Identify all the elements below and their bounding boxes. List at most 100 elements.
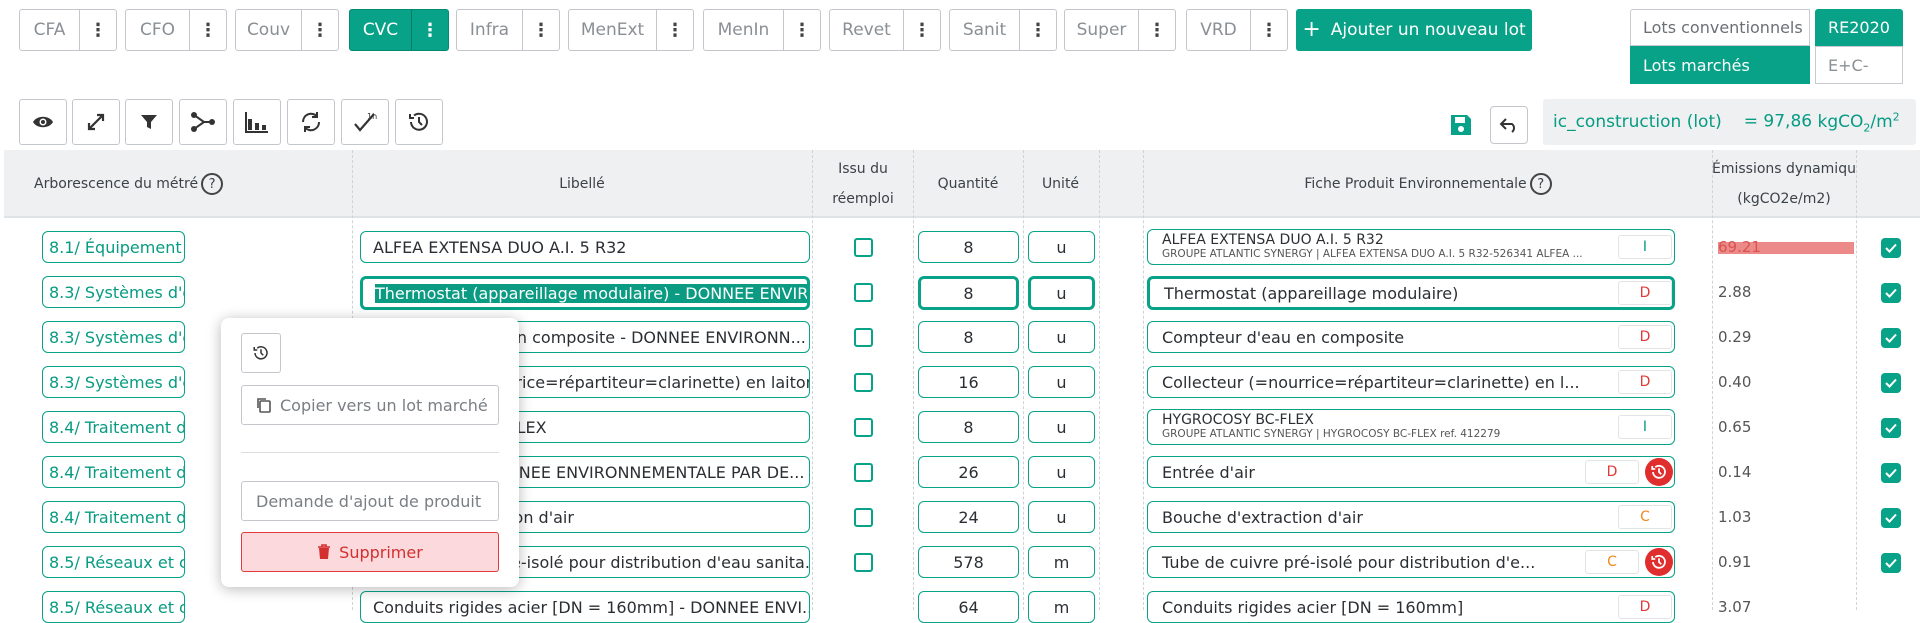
quantity-input[interactable]: 16: [918, 366, 1019, 398]
quantity-input[interactable]: 8: [918, 411, 1019, 443]
save-button[interactable]: [1446, 110, 1476, 140]
unit-select[interactable]: u: [1028, 411, 1095, 443]
more-vertical-icon[interactable]: ⋮: [1020, 10, 1056, 50]
row-select-checkbox[interactable]: [1881, 553, 1901, 573]
expand-button[interactable]: [72, 99, 120, 145]
lot-tab-menext[interactable]: MenExt ⋮: [568, 9, 694, 51]
arbo-cell[interactable]: 8.3/ Systèmes d'é: [42, 321, 185, 353]
arbo-cell[interactable]: 8.4/ Traitement d: [42, 411, 185, 443]
filter-button[interactable]: [125, 99, 173, 145]
more-vertical-icon[interactable]: ⋮: [657, 10, 693, 50]
unit-select[interactable]: m: [1028, 591, 1095, 623]
lot-tab-couv[interactable]: Couv ⋮: [235, 9, 339, 51]
unit-select[interactable]: u: [1028, 276, 1095, 310]
reemploi-checkbox[interactable]: [854, 508, 873, 527]
arbo-cell[interactable]: 8.3/ Systèmes d'é: [42, 276, 185, 308]
unit-select[interactable]: u: [1028, 321, 1095, 353]
more-vertical-icon[interactable]: ⋮: [412, 10, 448, 50]
refresh-button[interactable]: [287, 99, 335, 145]
row-select-checkbox[interactable]: [1881, 418, 1901, 438]
lot-tab-label[interactable]: MenIn: [704, 10, 784, 50]
lot-tab-label[interactable]: CVC: [350, 10, 412, 50]
epc-option[interactable]: E+C-: [1815, 46, 1903, 84]
arbo-cell[interactable]: 8.5/ Réseaux et c: [42, 546, 185, 578]
tree-button[interactable]: [179, 99, 227, 145]
re2020-option[interactable]: RE2020: [1815, 9, 1903, 46]
libelle-input[interactable]: Conduits rigides acier [DN = 160mm] - DO…: [360, 591, 810, 623]
row-select-checkbox[interactable]: [1881, 328, 1901, 348]
unit-select[interactable]: u: [1028, 501, 1095, 533]
undo-button[interactable]: [1490, 106, 1528, 144]
more-vertical-icon[interactable]: ⋮: [784, 10, 820, 50]
lot-tab-infra[interactable]: Infra ⋮: [456, 9, 560, 51]
reemploi-checkbox[interactable]: [854, 553, 873, 572]
lot-tab-sanit[interactable]: Sanit ⋮: [949, 9, 1057, 51]
row-select-checkbox[interactable]: [1881, 508, 1901, 528]
lot-tab-cfa[interactable]: CFA ⋮: [19, 9, 117, 51]
fdes-cell[interactable]: Thermostat (appareillage modulaire): [1147, 276, 1675, 310]
unit-select[interactable]: u: [1028, 456, 1095, 488]
quantity-input[interactable]: 26: [918, 456, 1019, 488]
more-vertical-icon[interactable]: ⋮: [190, 10, 226, 50]
more-vertical-icon[interactable]: ⋮: [302, 10, 338, 50]
quantity-input[interactable]: 24: [918, 501, 1019, 533]
fdes-cell[interactable]: Collecteur (=nourrice=répartiteur=clarin…: [1147, 366, 1675, 398]
quantity-input[interactable]: 8: [918, 231, 1019, 263]
arbo-cell[interactable]: 8.3/ Systèmes d'é: [42, 366, 185, 398]
lot-tab-label[interactable]: VRD: [1187, 10, 1251, 50]
reemploi-checkbox[interactable]: [854, 373, 873, 392]
history-button[interactable]: [241, 333, 281, 373]
help-icon[interactable]: ?: [201, 173, 224, 195]
lot-tab-label[interactable]: Sanit: [950, 10, 1020, 50]
lots-conventionnels-option[interactable]: Lots conventionnels: [1630, 9, 1810, 46]
chart-button[interactable]: [233, 99, 281, 145]
add-lot-button[interactable]: + Ajouter un nouveau lot: [1296, 9, 1532, 51]
fdes-history-button[interactable]: [1645, 458, 1673, 486]
unit-select[interactable]: u: [1028, 366, 1095, 398]
more-vertical-icon[interactable]: ⋮: [904, 10, 940, 50]
fdes-cell[interactable]: ALFEA EXTENSA DUO A.I. 5 R32 GROUPE ATLA…: [1147, 229, 1675, 265]
reemploi-checkbox[interactable]: [854, 283, 873, 302]
toggle-visibility-button[interactable]: [19, 99, 67, 145]
arbo-cell[interactable]: 8.1/ Équipement: [42, 231, 185, 263]
arbo-cell[interactable]: 8.5/ Réseaux et c: [42, 591, 185, 623]
fdes-cell[interactable]: Conduits rigides acier [DN = 160mm]: [1147, 591, 1675, 623]
reemploi-checkbox[interactable]: [854, 328, 873, 347]
lot-tab-super[interactable]: Super ⋮: [1064, 9, 1176, 51]
copy-to-lot-button[interactable]: Copier vers un lot marché: [241, 385, 499, 425]
unit-select[interactable]: u: [1028, 231, 1095, 263]
split-button[interactable]: 1h: [341, 99, 389, 145]
row-select-checkbox[interactable]: [1881, 373, 1901, 393]
row-select-checkbox[interactable]: [1881, 238, 1901, 258]
delete-button[interactable]: Supprimer: [241, 532, 499, 572]
lot-tab-cfo[interactable]: CFO ⋮: [125, 9, 227, 51]
fdes-cell[interactable]: Bouche d'extraction d'air: [1147, 501, 1675, 533]
lot-tab-cvc[interactable]: CVC ⋮: [349, 9, 449, 51]
row-select-checkbox[interactable]: [1881, 463, 1901, 483]
lot-tab-revet[interactable]: Revet ⋮: [829, 9, 941, 51]
fdes-history-button[interactable]: [1645, 548, 1673, 576]
arbo-cell[interactable]: 8.4/ Traitement d: [42, 456, 185, 488]
quantity-input[interactable]: 8: [918, 276, 1019, 310]
request-product-button[interactable]: Demande d'ajout de produit: [241, 481, 499, 521]
help-icon[interactable]: ?: [1529, 173, 1552, 195]
unit-select[interactable]: m: [1028, 546, 1095, 578]
lot-tab-label[interactable]: Infra: [457, 10, 523, 50]
libelle-input[interactable]: Thermostat (appareillage modulaire) - DO…: [360, 276, 810, 310]
lot-tab-vrd[interactable]: VRD ⋮: [1186, 9, 1288, 51]
more-vertical-icon[interactable]: ⋮: [523, 10, 559, 50]
lot-tab-menin[interactable]: MenIn ⋮: [703, 9, 821, 51]
more-vertical-icon[interactable]: ⋮: [80, 10, 116, 50]
more-vertical-icon[interactable]: ⋮: [1139, 10, 1175, 50]
fdes-cell[interactable]: Compteur d'eau en composite: [1147, 321, 1675, 353]
quantity-input[interactable]: 64: [918, 591, 1019, 623]
quantity-input[interactable]: 8: [918, 321, 1019, 353]
row-select-checkbox[interactable]: [1881, 283, 1901, 303]
more-vertical-icon[interactable]: ⋮: [1251, 10, 1287, 50]
lot-tab-label[interactable]: Revet: [830, 10, 904, 50]
lot-tab-label[interactable]: CFO: [126, 10, 190, 50]
arbo-cell[interactable]: 8.4/ Traitement d: [42, 501, 185, 533]
libelle-input[interactable]: ALFEA EXTENSA DUO A.I. 5 R32: [360, 231, 810, 263]
lot-tab-label[interactable]: MenExt: [569, 10, 657, 50]
quantity-input[interactable]: 578: [918, 546, 1019, 578]
